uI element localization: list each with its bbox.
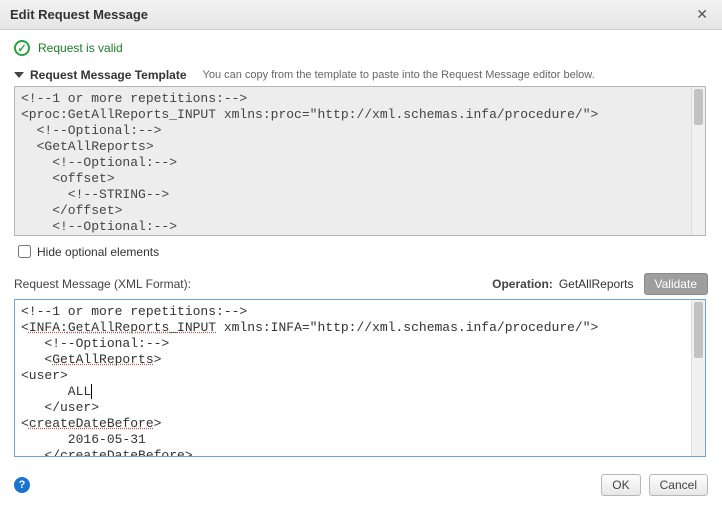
check-icon: ✓ xyxy=(14,40,30,56)
validation-status: ✓ Request is valid xyxy=(14,40,708,56)
editor-scrollbar[interactable] xyxy=(691,300,705,456)
operation-label: Operation: xyxy=(492,277,553,291)
dialog-titlebar: Edit Request Message ✕ xyxy=(0,0,722,30)
request-message-label: Request Message (XML Format): xyxy=(14,277,191,291)
close-icon[interactable]: ✕ xyxy=(692,6,712,23)
dialog-title: Edit Request Message xyxy=(10,7,148,22)
template-section-header[interactable]: Request Message Template You can copy fr… xyxy=(14,68,708,82)
validate-button[interactable]: Validate xyxy=(644,273,708,295)
cancel-button[interactable]: Cancel xyxy=(649,474,708,496)
template-textarea[interactable]: <!--1 or more repetitions:--> <proc:GetA… xyxy=(14,86,706,236)
template-section-hint: You can copy from the template to paste … xyxy=(203,69,595,81)
dialog-footer: ? OK Cancel xyxy=(0,466,722,506)
chevron-down-icon xyxy=(14,72,24,78)
operation-value: GetAllReports xyxy=(559,277,634,291)
template-section-label: Request Message Template xyxy=(30,68,187,82)
template-scrollbar[interactable] xyxy=(691,87,705,235)
request-editor[interactable]: <!--1 or more repetitions:--> <INFA:GetA… xyxy=(14,299,706,457)
ok-button[interactable]: OK xyxy=(601,474,640,496)
hide-optional-checkbox[interactable] xyxy=(18,245,31,258)
help-icon[interactable]: ? xyxy=(14,477,30,493)
validation-status-text: Request is valid xyxy=(38,41,123,55)
hide-optional-label[interactable]: Hide optional elements xyxy=(37,245,159,259)
